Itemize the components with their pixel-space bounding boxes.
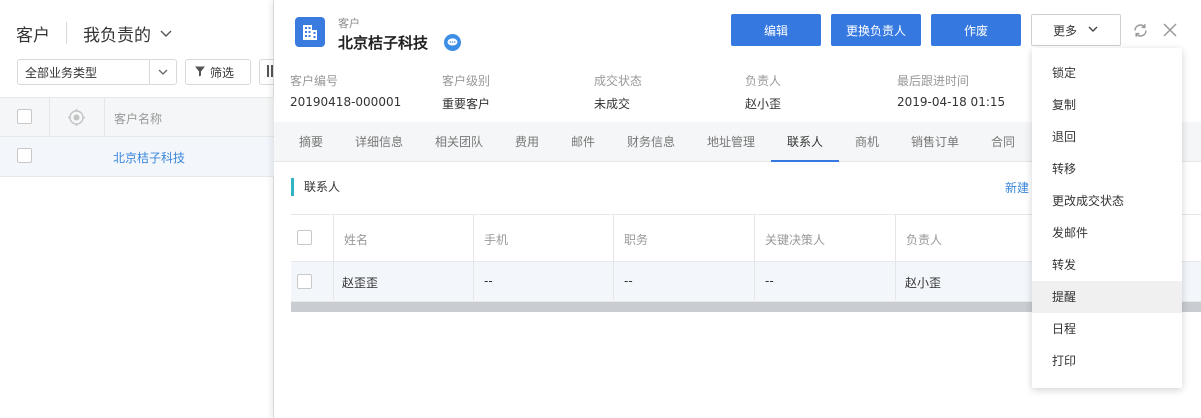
menu-item-lock[interactable]: 锁定 [1032, 57, 1182, 89]
filter-label: 筛选 [210, 65, 235, 80]
field-label: 客户编号 [290, 74, 339, 88]
column-divider [333, 215, 334, 261]
building-icon [295, 17, 325, 47]
menu-item-send-email[interactable]: 发邮件 [1032, 217, 1182, 249]
column-divider [473, 215, 474, 261]
business-type-select[interactable]: 全部业务类型 [17, 59, 177, 85]
list-table-header: 客户名称 [0, 97, 274, 137]
customer-name-title: 北京桔子科技 [338, 34, 429, 52]
field-label: 客户级别 [442, 74, 491, 88]
column-divider [754, 262, 755, 300]
new-contact-link[interactable]: 新建 [1005, 179, 1029, 196]
field-label: 成交状态 [594, 74, 643, 88]
contacts-section-title: 联系人 [291, 178, 340, 196]
menu-item-copy[interactable]: 复制 [1032, 89, 1182, 121]
select-all-checkbox[interactable] [17, 109, 32, 124]
tab-related-team[interactable]: 相关团队 [427, 122, 491, 162]
tab-finance[interactable]: 财务信息 [619, 122, 683, 162]
tab-contacts[interactable]: 联系人 [771, 122, 839, 162]
chat-bubble-icon[interactable] [444, 34, 461, 51]
edit-button[interactable]: 编辑 [731, 14, 821, 46]
field-value: 20190418-000001 [290, 95, 402, 109]
tab-expenses[interactable]: 费用 [507, 122, 547, 162]
column-header-position: 职务 [624, 233, 649, 247]
refresh-icon[interactable] [1131, 21, 1149, 39]
tab-opportunities[interactable]: 商机 [847, 122, 887, 162]
column-divider [895, 215, 896, 261]
list-header: 客户 我负责的 [16, 20, 173, 46]
tab-summary[interactable]: 摘要 [290, 122, 332, 162]
target-icon[interactable] [68, 109, 85, 129]
column-divider [895, 262, 896, 300]
menu-item-schedule[interactable]: 日程 [1032, 313, 1182, 345]
field-customer-number: 客户编号 20190418-000001 [290, 72, 401, 109]
menu-item-transfer[interactable]: 转移 [1032, 153, 1182, 185]
tab-sales-orders[interactable]: 销售订单 [903, 122, 967, 162]
chevron-down-icon [1087, 23, 1099, 38]
void-button[interactable]: 作废 [931, 14, 1021, 46]
header-divider [66, 22, 67, 44]
menu-item-return[interactable]: 退回 [1032, 121, 1182, 153]
field-value: 2019-04-18 01:15 [897, 95, 1006, 109]
tab-details[interactable]: 详细信息 [347, 122, 411, 162]
row-checkbox[interactable] [17, 148, 32, 163]
column-divider [333, 262, 334, 300]
more-dropdown-menu: 锁定 复制 退回 转移 更改成交状态 发邮件 转发 提醒 日程 打印 [1032, 48, 1182, 388]
row-checkbox[interactable] [297, 274, 312, 289]
more-button[interactable]: 更多 [1031, 14, 1121, 46]
business-type-value: 全部业务类型 [25, 65, 98, 80]
field-value: 赵小歪 [745, 97, 782, 111]
more-label: 更多 [1052, 23, 1077, 38]
column-divider [473, 262, 474, 300]
field-owner: 负责人 赵小歪 [745, 72, 781, 112]
table-row[interactable]: 北京桔子科技 [0, 137, 274, 177]
column-header-name: 姓名 [344, 233, 369, 247]
field-customer-level: 客户级别 重要客户 [442, 72, 490, 112]
contact-position: -- [624, 274, 633, 288]
chevron-down-icon [157, 66, 169, 81]
field-label: 最后跟进时间 [897, 74, 970, 88]
contact-mobile: -- [484, 274, 493, 288]
column-header-key-decision-maker: 关键决策人 [765, 233, 826, 247]
view-selector[interactable]: 我负责的 [83, 21, 151, 46]
field-deal-status: 成交状态 未成交 [594, 72, 642, 112]
column-divider [49, 98, 50, 136]
record-type-label: 客户 [338, 17, 360, 30]
tab-email[interactable]: 邮件 [563, 122, 603, 162]
close-icon[interactable] [1161, 21, 1179, 39]
field-value: 重要客户 [442, 97, 491, 111]
field-last-followup: 最后跟进时间 2019-04-18 01:15 [897, 72, 1005, 109]
chevron-down-icon[interactable] [159, 26, 173, 40]
columns-icon [266, 64, 273, 80]
column-divider [754, 215, 755, 261]
tab-contracts[interactable]: 合同 [983, 122, 1023, 162]
menu-item-change-deal-status[interactable]: 更改成交状态 [1032, 185, 1182, 217]
menu-item-print[interactable]: 打印 [1032, 345, 1182, 377]
contact-owner: 赵小歪 [905, 276, 942, 290]
field-label: 负责人 [745, 74, 782, 88]
select-all-checkbox[interactable] [297, 230, 312, 245]
column-header-customer-name[interactable]: 客户名称 [114, 110, 162, 127]
column-header-owner: 负责人 [906, 233, 943, 247]
select-divider [149, 60, 150, 84]
field-value: 未成交 [594, 97, 631, 111]
contact-name[interactable]: 赵歪歪 [342, 274, 378, 291]
list-title: 客户 [16, 25, 50, 46]
filter-icon [194, 65, 206, 80]
change-owner-button[interactable]: 更换负责人 [831, 14, 921, 46]
customer-list-panel: 客户 我负责的 全部业务类型 筛选 客户名称 北京桔子科技 [0, 0, 279, 418]
filter-row: 全部业务类型 筛选 [17, 59, 279, 85]
menu-item-forward[interactable]: 转发 [1032, 249, 1182, 281]
customer-name-link[interactable]: 北京桔子科技 [113, 149, 185, 166]
column-divider [104, 98, 105, 136]
filter-button[interactable]: 筛选 [185, 59, 251, 85]
tab-address[interactable]: 地址管理 [699, 122, 763, 162]
column-divider [613, 262, 614, 300]
contact-key-decision: -- [765, 274, 774, 288]
column-header-mobile: 手机 [484, 233, 509, 247]
menu-item-reminder[interactable]: 提醒 [1032, 281, 1182, 313]
column-divider [613, 215, 614, 261]
